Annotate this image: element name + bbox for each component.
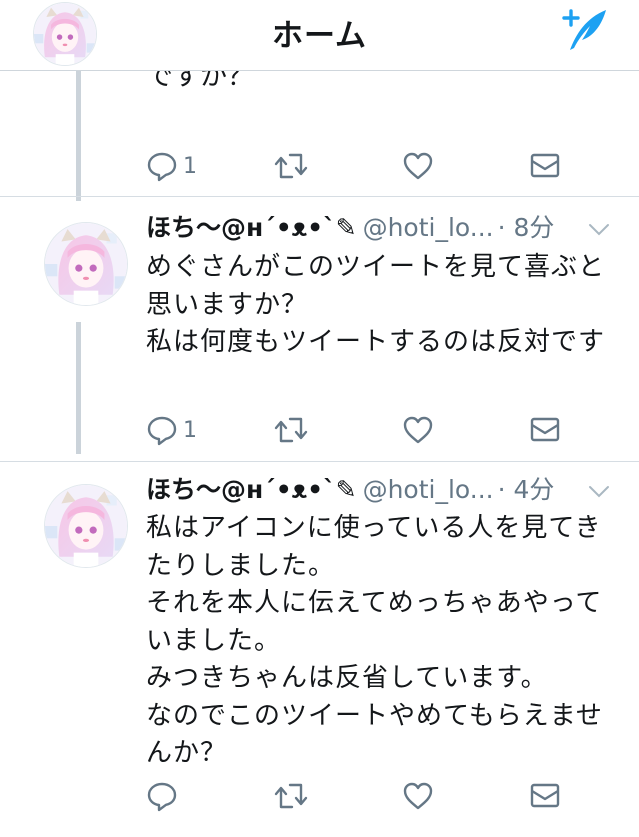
reply-icon: [147, 782, 177, 812]
dm-button[interactable]: [529, 410, 561, 450]
tweet-text: めぐさんがこのツイートを見て喜ぶと思いますか？ 私は何度もツイートするのは反対で…: [146, 252, 606, 357]
handle[interactable]: @hoti_lo...: [363, 475, 494, 504]
like-button[interactable]: [402, 146, 434, 186]
timestamp: · 8分: [497, 213, 555, 242]
like-icon: [403, 152, 433, 180]
timestamp: · 4分: [497, 475, 555, 504]
top-bar: ホーム: [0, 0, 639, 71]
tweet-header: ほち〜@ʜ´•ᴥ•`✎ @hoti_lo... · 8分: [146, 211, 626, 249]
retweet-icon: [274, 417, 308, 443]
display-name[interactable]: ほち〜@ʜ´•ᴥ•`✎: [146, 213, 357, 242]
like-button[interactable]: [402, 776, 434, 816]
tweet-actions: [0, 776, 639, 816]
compose-button[interactable]: [556, 4, 612, 54]
tweet-header: ほち〜@ʜ´•ᴥ•`✎ @hoti_lo... · 4分: [146, 473, 626, 511]
dm-button[interactable]: [529, 146, 561, 186]
divider: [0, 461, 639, 462]
tweet-text: 私はアイコンに使っている人を見てきたりしました。 それを本人に伝えてめっちゃあや…: [146, 513, 603, 768]
dm-icon: [530, 783, 560, 808]
like-button[interactable]: [402, 410, 434, 450]
retweet-button[interactable]: [273, 146, 309, 186]
reply-count: 1: [183, 417, 197, 443]
tweet-actions: 1: [0, 410, 639, 450]
reply-icon: [147, 416, 177, 446]
like-icon: [403, 416, 433, 444]
handle[interactable]: @hoti_lo...: [363, 213, 494, 242]
retweet-icon: [274, 153, 308, 179]
tweet-avatar[interactable]: [44, 484, 128, 568]
dm-icon: [530, 417, 560, 442]
reply-icon: [147, 152, 177, 182]
dm-icon: [530, 153, 560, 178]
reply-button[interactable]: [146, 776, 183, 816]
chevron-down-icon[interactable]: [588, 485, 610, 499]
page-title: ホーム: [271, 18, 368, 54]
previous-tweet-actions: 1: [0, 146, 639, 186]
reply-button[interactable]: 1: [146, 146, 197, 186]
dm-button[interactable]: [529, 776, 561, 816]
retweet-icon: [274, 783, 308, 809]
compose-icon: [562, 9, 606, 50]
reply-button[interactable]: 1: [146, 410, 197, 450]
reply-count: 1: [183, 153, 197, 179]
retweet-button[interactable]: [273, 776, 309, 816]
tweet-avatar[interactable]: [44, 222, 128, 306]
chevron-down-icon[interactable]: [588, 223, 610, 237]
like-icon: [403, 782, 433, 810]
divider: [0, 196, 639, 197]
display-name[interactable]: ほち〜@ʜ´•ᴥ•`✎: [146, 475, 357, 504]
retweet-button[interactable]: [273, 410, 309, 450]
